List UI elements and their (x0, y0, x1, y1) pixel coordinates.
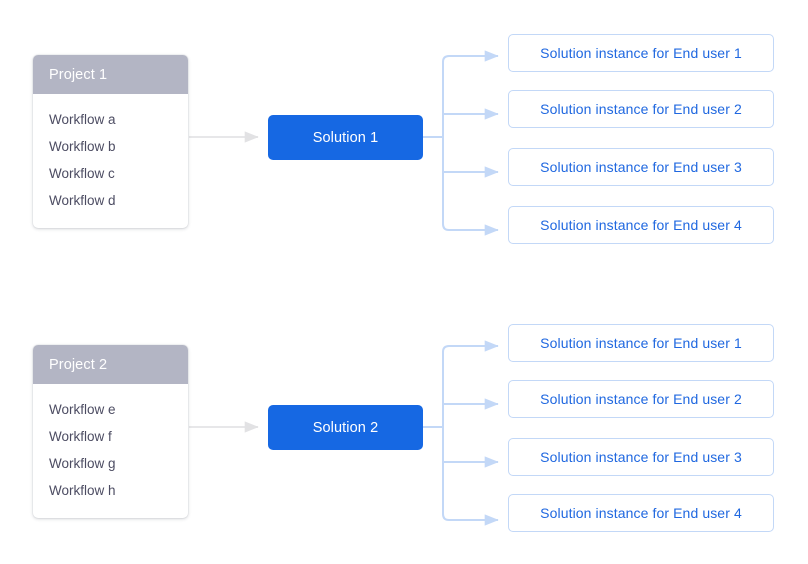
project-title: Project 2 (33, 345, 188, 384)
workflow-list: Workflow e Workflow f Workflow g Workflo… (33, 384, 188, 518)
workflow-item[interactable]: Workflow d (33, 187, 188, 214)
project-panel[interactable]: Project 1 Workflow a Workflow b Workflow… (33, 55, 188, 228)
solution-instance-node[interactable]: Solution instance for End user 3 (508, 148, 774, 186)
solution-instance-node[interactable]: Solution instance for End user 2 (508, 90, 774, 128)
solution-node[interactable]: Solution 2 (268, 405, 423, 450)
architecture-diagram: Project 1 Workflow a Workflow b Workflow… (0, 0, 808, 564)
workflow-item[interactable]: Workflow b (33, 133, 188, 160)
solution-instance-node[interactable]: Solution instance for End user 4 (508, 494, 774, 532)
solution-instance-node[interactable]: Solution instance for End user 1 (508, 34, 774, 72)
project-title: Project 1 (33, 55, 188, 94)
connector-solution2-trunk (423, 340, 499, 526)
solution-instance-node[interactable]: Solution instance for End user 1 (508, 324, 774, 362)
workflow-item[interactable]: Workflow h (33, 477, 188, 504)
solution-instance-node[interactable]: Solution instance for End user 2 (508, 380, 774, 418)
solution-instance-node[interactable]: Solution instance for End user 3 (508, 438, 774, 476)
workflow-item[interactable]: Workflow a (33, 106, 188, 133)
workflow-list: Workflow a Workflow b Workflow c Workflo… (33, 94, 188, 228)
solution-instance-node[interactable]: Solution instance for End user 4 (508, 206, 774, 244)
workflow-item[interactable]: Workflow e (33, 396, 188, 423)
solution-node[interactable]: Solution 1 (268, 115, 423, 160)
connector-solution1-trunk (423, 50, 499, 236)
workflow-item[interactable]: Workflow g (33, 450, 188, 477)
workflow-item[interactable]: Workflow c (33, 160, 188, 187)
project-panel[interactable]: Project 2 Workflow e Workflow f Workflow… (33, 345, 188, 518)
workflow-item[interactable]: Workflow f (33, 423, 188, 450)
